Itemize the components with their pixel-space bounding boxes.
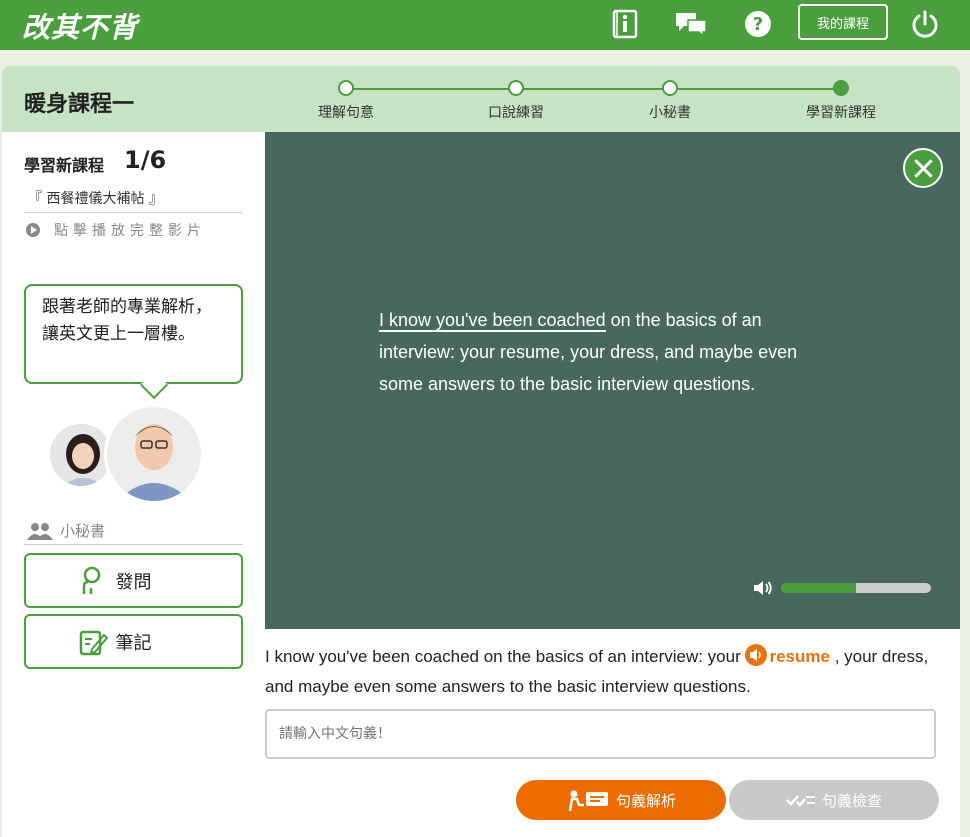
check-label: 句義檢查 [821,791,882,810]
help-icon[interactable]: ? [741,8,775,40]
teacher-avatar-male [104,404,204,504]
tip-text: 跟著老師的專業解析，讓英文更上一層樓。 [42,297,212,344]
speaker-icon[interactable] [745,644,768,666]
volume-icon[interactable] [752,580,774,600]
people-icon [27,522,53,540]
check-list-icon [786,795,815,807]
video-player[interactable]: I know you've been coached on the basics… [265,132,960,629]
step-label: 學習新課程 [806,105,876,121]
ask-question-button[interactable]: 發問 [24,553,243,608]
sentence-analysis-button[interactable]: 句義解析 [516,780,726,820]
logo[interactable]: 改其不背 [22,6,138,46]
play-icon [26,223,40,237]
info-book-icon[interactable] [608,8,642,40]
top-bar: 改其不背 ? 我的課程 [0,0,970,50]
volume-slider[interactable] [781,583,931,593]
tip-bubble: 跟著老師的專業解析，讓英文更上一層樓。 [24,284,243,384]
play-full-label: 點擊播放完整影片 [54,223,206,239]
step-dot [662,80,678,96]
my-course-button[interactable]: 我的課程 [798,4,888,40]
vocab-word[interactable]: resume [769,647,829,666]
progress-line [347,88,842,90]
ask-label: 發問 [115,571,152,593]
course-title: 暖身課程一 [24,92,135,117]
note-edit-icon [79,630,108,655]
step-label: 小秘書 [649,105,691,121]
secretary-label: 小秘書 [26,520,105,541]
divider [24,212,243,213]
step-label: 口說練習 [488,105,544,121]
sentence-check-button[interactable]: 句義檢查 [729,780,939,820]
lesson-header: 學習新課程 [24,156,105,175]
svg-text:?: ? [753,14,763,35]
lesson-name: 『 西餐禮儀大補帖 』 [28,191,163,207]
step-speaking[interactable]: 口說練習 [466,80,566,122]
notes-label: 筆記 [115,632,152,654]
translation-input[interactable] [265,709,936,759]
step-dot [508,80,524,96]
caption-highlight: I know you've been coached [379,310,606,332]
step-label: 理解句意 [318,105,374,121]
close-icon[interactable] [903,148,943,188]
volume-fill [781,583,856,593]
analysis-icon [568,790,608,811]
play-full-video-link[interactable]: 點擊播放完整影片 [26,220,206,240]
course-panel: 暖身課程一 理解句意 口說練習 小秘書 學習新課程 學習新課程 1/6 『 西餐… [2,66,960,837]
secretary-text: 小秘書 [60,522,106,540]
sentence-text: I know you've been coached on the basics… [265,642,945,702]
video-caption: I know you've been coached on the basics… [379,304,799,400]
step-understand[interactable]: 理解句意 [296,80,396,122]
course-header: 暖身課程一 理解句意 口說練習 小秘書 學習新課程 [2,66,960,132]
sidebar: 學習新課程 1/6 『 西餐禮儀大補帖 』 點擊播放完整影片 跟著老師的專業解析… [2,132,265,837]
power-icon[interactable] [908,8,942,40]
step-secretary[interactable]: 小秘書 [620,80,720,122]
step-dot-current [833,80,849,96]
analysis-label: 句義解析 [615,791,676,810]
chat-icon[interactable] [674,8,708,40]
notes-button[interactable]: 筆記 [24,614,243,669]
lesson-number: 1/6 [124,146,167,174]
step-new-course[interactable]: 學習新課程 [791,80,891,122]
divider [24,544,243,545]
step-dot [338,80,354,96]
sentence-before: I know you've been coached on the basics… [265,647,746,666]
ask-person-icon [82,566,101,594]
